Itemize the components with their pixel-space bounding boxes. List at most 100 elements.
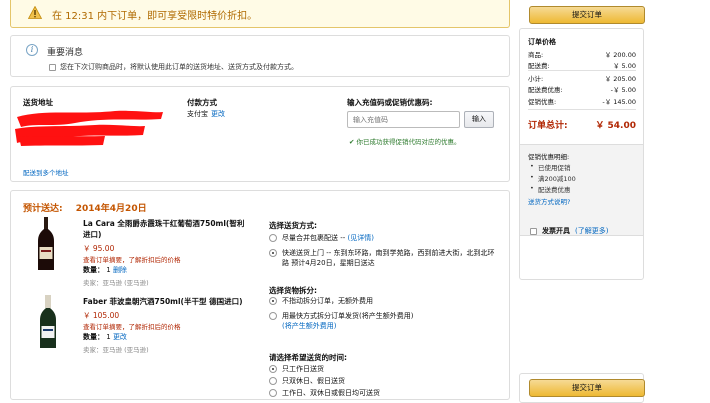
shipment-section: 预计送达: 2014年4月20日 La Cara 全雨爵赤霞珠干红葡萄酒750m… — [10, 190, 510, 400]
product-title-line2[interactable]: 进口) — [83, 230, 101, 240]
quantity-label: 数量： — [83, 333, 104, 341]
order-summary: 订单价格 商品: ￥ 200.00 配送费: ￥ 5.00 小计: ￥ 205.00 … — [519, 28, 644, 280]
split-option[interactable]: 用最快方式拆分订单发货(将产生额外费用) (将产生额外费用) — [269, 311, 469, 331]
payment-change-link[interactable]: 更改 — [211, 109, 225, 119]
quantity: 数量： 1 更改 — [83, 332, 127, 342]
radio-button[interactable] — [269, 312, 277, 320]
delivery-info-link[interactable]: 送货方式说明? — [528, 196, 570, 206]
warning-icon — [28, 6, 42, 19]
summary-label: 配送费优惠: — [528, 86, 563, 94]
change-link[interactable]: 更改 — [113, 333, 127, 341]
summary-label: 配送费: — [528, 62, 550, 70]
delivery-time-label: 只工作日送货 — [282, 365, 324, 373]
radio-button[interactable] — [269, 365, 277, 373]
estimated-delivery-date: 2014年4月20日 — [75, 204, 147, 214]
product-title-line1[interactable]: Faber 菲波皇朝汽酒750ml(半干型 德国进口) — [83, 297, 243, 307]
delivery-time-option[interactable]: 工作日、双休日或假日均可送货 — [269, 388, 380, 398]
divider — [528, 109, 636, 110]
radio-button[interactable] — [269, 234, 277, 242]
estimated-delivery: 预计送达: 2014年4月20日 — [23, 201, 147, 214]
order-summary-title: 订单价格 — [528, 38, 556, 46]
promo-item: 满200减100 — [530, 173, 576, 183]
quantity-label: 数量： — [83, 266, 104, 274]
extra-fee-link[interactable]: (将产生额外费用) — [282, 322, 336, 330]
delivery-method-option[interactable]: 尽量合并包裹配送 -- (见详情) — [269, 233, 374, 243]
address-payment-section: 送货地址 配送到多个地址 付款方式 支付宝 更改 输入充值码或促销优惠码: 输入… — [10, 86, 510, 182]
summary-row: 商品: ￥ 200.00 — [528, 49, 636, 59]
invoice-checkbox[interactable] — [530, 227, 537, 235]
important-message-title: 重要消息 — [47, 48, 84, 58]
summary-row: 配送费: ￥ 5.00 — [528, 60, 636, 70]
redacted-address — [15, 110, 163, 146]
split-title: 选择货物拆分: — [269, 286, 317, 295]
promo-item: 已使用促销 — [530, 162, 570, 172]
radio-button[interactable] — [269, 377, 277, 385]
summary-value: -￥ 145.00 — [602, 98, 636, 106]
order-total: 订单总计: ￥ 54.00 — [528, 118, 636, 131]
place-order-button-bottom[interactable]: 提交订单 — [529, 379, 645, 397]
default-settings-label: 您在下次订购商品时，将默认使用此订单的送货地址、送货方式及付款方式。 — [60, 63, 298, 71]
promo-success-text: 你已成功获得促销代码对应的优惠。 — [356, 138, 461, 146]
seller-info: 卖家：亚马逊 (亚马逊) — [83, 346, 149, 354]
sparkling-wine-bottle-image — [40, 295, 56, 348]
product-price: ￥ 95.00 — [83, 244, 115, 253]
product-price: ￥ 105.00 — [83, 311, 120, 320]
quantity-value: 1 — [106, 333, 111, 341]
countdown-text: 在 12:31 内下订单，即可享受限时特价折扣。 — [52, 11, 258, 22]
estimated-delivery-label: 预计送达: — [23, 204, 63, 214]
summary-value: ￥ 200.00 — [604, 51, 636, 59]
product-title-line1[interactable]: La Cara 全雨爵赤霞珠干红葡萄酒750ml(智利 — [83, 219, 244, 229]
delivery-time-label: 只双休日、假日送货 — [282, 377, 345, 385]
seller-info: 卖家：亚马逊 (亚马逊) — [83, 279, 149, 287]
promo-code-label: 输入充值码或促销优惠码: — [347, 98, 433, 107]
details-link[interactable]: (见详情) — [348, 234, 374, 242]
delivery-time-option[interactable]: 只双休日、假日送货 — [269, 376, 345, 386]
discount-note: 查看订单摘要，了解折扣后的价格 — [83, 256, 181, 264]
split-option-label: 不指动拆分订单，无额外费用 — [282, 297, 373, 305]
summary-value: -￥ 5.00 — [610, 86, 636, 94]
promo-item: 配送费优惠 — [530, 184, 570, 194]
delete-link[interactable]: 删除 — [113, 266, 127, 274]
radio-button[interactable] — [269, 249, 277, 257]
quantity-value: 1 — [106, 266, 111, 274]
red-wine-bottle-image — [38, 217, 54, 270]
delivery-time-option[interactable]: 只工作日送货 — [269, 364, 324, 374]
radio-button[interactable] — [269, 389, 277, 397]
invoice-label: 发票开具 — [542, 227, 570, 235]
split-option-label: 用最快方式拆分订单发货(将产生额外费用) — [282, 312, 414, 320]
summary-row: 促销优惠: -￥ 145.00 — [528, 96, 636, 106]
summary-value: ￥ 5.00 — [612, 62, 636, 70]
summary-label: 小计: — [528, 75, 544, 83]
delivery-method-title: 选择送货方式: — [269, 221, 317, 230]
learn-more-link[interactable]: (了解更多) — [575, 226, 608, 236]
promo-details-box: 促销优惠明细: 已使用促销 满200减100 配送费优惠 送货方式说明? — [520, 144, 643, 236]
payment-method-label: 付款方式 — [187, 98, 217, 107]
promo-success-message: ✔ 你已成功获得促销代码对应的优惠。 — [349, 136, 461, 146]
delivery-time-title: 请选择希望送货的时间: — [269, 353, 347, 362]
apply-promo-button[interactable]: 输入 — [464, 111, 494, 128]
promo-code-input[interactable] — [347, 111, 460, 128]
radio-button[interactable] — [269, 297, 277, 305]
invoice-option[interactable]: 发票开具 (了解更多) — [530, 226, 608, 236]
payment-method-value: 支付宝 — [187, 110, 208, 118]
default-settings-checkbox[interactable] — [49, 63, 56, 71]
summary-label: 促销优惠: — [528, 98, 557, 106]
delivery-method-option[interactable]: 快递送货上门 -- 东到东环路，南到学苑路，西到前进大街，北到北环路 预计4月2… — [269, 248, 499, 268]
order-total-value: ￥ 54.00 — [595, 121, 636, 131]
countdown-banner: 在 12:31 内下订单，即可享受限时特价折扣。 — [10, 0, 510, 28]
important-message-box: i 重要消息 您在下次订购商品时，将默认使用此订单的送货地址、送货方式及付款方式… — [10, 35, 510, 77]
delivery-method-label: 快递送货上门 -- 东到东环路，南到学苑路，西到前进大街，北到北环路 预计4月2… — [282, 249, 495, 267]
split-option[interactable]: 不指动拆分订单，无额外费用 — [269, 296, 373, 306]
summary-row: 小计: ￥ 205.00 — [528, 73, 636, 83]
summary-label: 商品: — [528, 51, 544, 59]
divider — [528, 70, 636, 71]
check-icon: ✔ — [349, 138, 355, 146]
summary-value: ￥ 205.00 — [604, 75, 636, 83]
order-total-label: 订单总计: — [528, 121, 568, 131]
delivery-method-label: 尽量合并包裹配送 -- — [282, 234, 348, 242]
place-order-button-top[interactable]: 提交订单 — [529, 6, 645, 24]
multi-address-link[interactable]: 配送到多个地址 — [23, 167, 69, 177]
info-icon: i — [26, 44, 38, 56]
summary-row: 配送费优惠: -￥ 5.00 — [528, 84, 636, 94]
default-settings-option[interactable]: 您在下次订购商品时，将默认使用此订单的送货地址、送货方式及付款方式。 — [49, 62, 298, 72]
